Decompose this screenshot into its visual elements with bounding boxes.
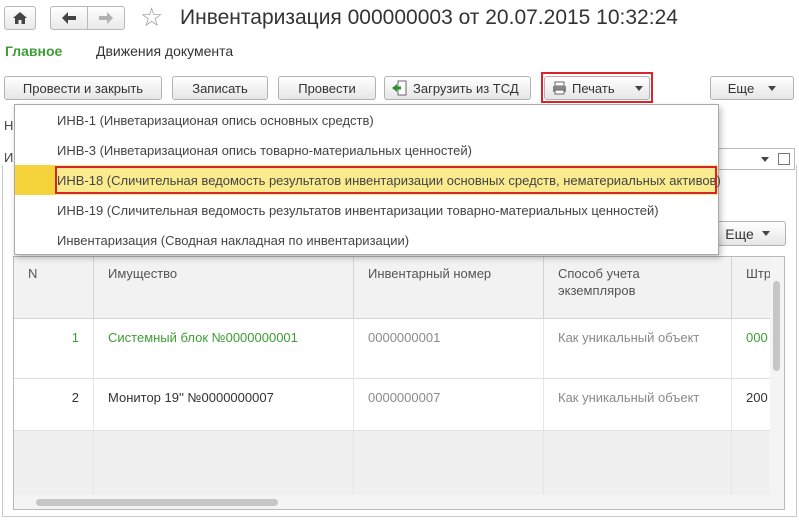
vertical-scrollbar[interactable]	[770, 257, 784, 509]
table-more-button[interactable]: Еще	[709, 221, 786, 246]
inventory-table: N Имущество Инвентарный номер Способ уче…	[13, 256, 785, 510]
horizontal-scroll-thumb[interactable]	[36, 499, 278, 506]
chevron-down-icon	[768, 85, 777, 91]
menu-item-inventory-summary[interactable]: Инвентаризация (Сводная накладная по инв…	[15, 225, 718, 255]
empty-cell	[544, 431, 732, 496]
open-icon[interactable]	[778, 153, 790, 165]
home-button[interactable]	[4, 6, 36, 30]
menu-item-label: ИНВ-19 (Сличительная ведомость результат…	[57, 202, 659, 218]
load-tsd-label: Загрузить из ТСД	[413, 80, 519, 96]
selection-marker	[15, 165, 55, 195]
empty-cell	[94, 431, 354, 496]
tab-main[interactable]: Главное	[5, 43, 62, 59]
load-icon	[392, 80, 407, 96]
column-header-n[interactable]: N	[14, 257, 94, 319]
column-header-inventory-number[interactable]: Инвентарный номер	[354, 257, 544, 319]
tab-document-movements[interactable]: Движения документа	[96, 43, 233, 59]
menu-item-inv1[interactable]: ИНВ-1 (Инветаризационая опись основных с…	[15, 105, 718, 135]
row-inventory-number: 0000000007	[354, 379, 544, 430]
field-label-fragment: Н	[4, 118, 14, 133]
row-inventory-number: 0000000001	[354, 319, 544, 378]
menu-item-inv3[interactable]: ИНВ-3 (Инветаризационая опись товарно-ма…	[15, 135, 718, 165]
row-accounting-method: Как уникальный объект	[544, 379, 732, 430]
print-highlight-frame	[541, 72, 653, 103]
table-empty-area	[14, 431, 774, 497]
table-more-label: Еще	[725, 225, 754, 242]
back-button[interactable]	[50, 6, 88, 30]
print-menu: ИНВ-1 (Инветаризационая опись основных с…	[14, 104, 721, 255]
row-asset: Монитор 19'' №0000000007	[94, 379, 354, 430]
row-accounting-method: Как уникальный объект	[544, 319, 732, 378]
arrow-right-icon	[99, 12, 113, 24]
row-number: 1	[14, 319, 94, 378]
column-header-asset[interactable]: Имущество	[94, 257, 354, 319]
row-number: 2	[14, 379, 94, 430]
more-actions-button[interactable]: Еще	[710, 76, 794, 100]
menu-item-label: ИНВ-3 (Инветаризационая опись товарно-ма…	[57, 142, 472, 158]
favorite-star-icon[interactable]: ☆	[140, 3, 163, 33]
column-header-accounting-method[interactable]: Способ учета экземпляров	[544, 257, 732, 319]
menu-item-label: Инвентаризация (Сводная накладная по инв…	[57, 232, 410, 248]
field-label-fragment: И	[4, 150, 14, 165]
chevron-down-icon	[761, 231, 770, 236]
row-barcode: 200	[746, 390, 768, 405]
row-barcode: 000	[746, 330, 768, 345]
empty-cell	[354, 431, 544, 496]
post-button[interactable]: Провести	[278, 76, 376, 100]
forward-button[interactable]	[87, 6, 125, 30]
selected-item-highlight-frame	[55, 166, 717, 194]
save-button[interactable]: Записать	[172, 76, 268, 100]
more-label: Еще	[727, 80, 755, 96]
menu-item-label: ИНВ-1 (Инветаризационая опись основных с…	[57, 112, 374, 128]
home-icon	[13, 12, 27, 24]
arrow-left-icon	[62, 12, 76, 24]
page-title: Инвентаризация 000000003 от 20.07.2015 1…	[180, 6, 678, 29]
menu-item-inv19[interactable]: ИНВ-19 (Сличительная ведомость результат…	[15, 195, 718, 225]
row-asset: Системный блок №0000000001	[94, 319, 354, 378]
horizontal-scrollbar[interactable]	[14, 495, 772, 509]
load-tsd-button[interactable]: Загрузить из ТСД	[384, 76, 531, 100]
post-and-close-button[interactable]: Провести и закрыть	[4, 76, 162, 100]
vertical-scroll-thumb[interactable]	[773, 281, 780, 371]
table-row[interactable]: 2 Монитор 19'' №0000000007 0000000007 Ка…	[14, 379, 774, 431]
empty-cell	[14, 431, 94, 496]
table-header: N Имущество Инвентарный номер Способ уче…	[14, 257, 784, 319]
table-row[interactable]: 1 Системный блок №0000000001 0000000001 …	[14, 319, 774, 379]
chevron-down-icon[interactable]	[761, 157, 769, 162]
